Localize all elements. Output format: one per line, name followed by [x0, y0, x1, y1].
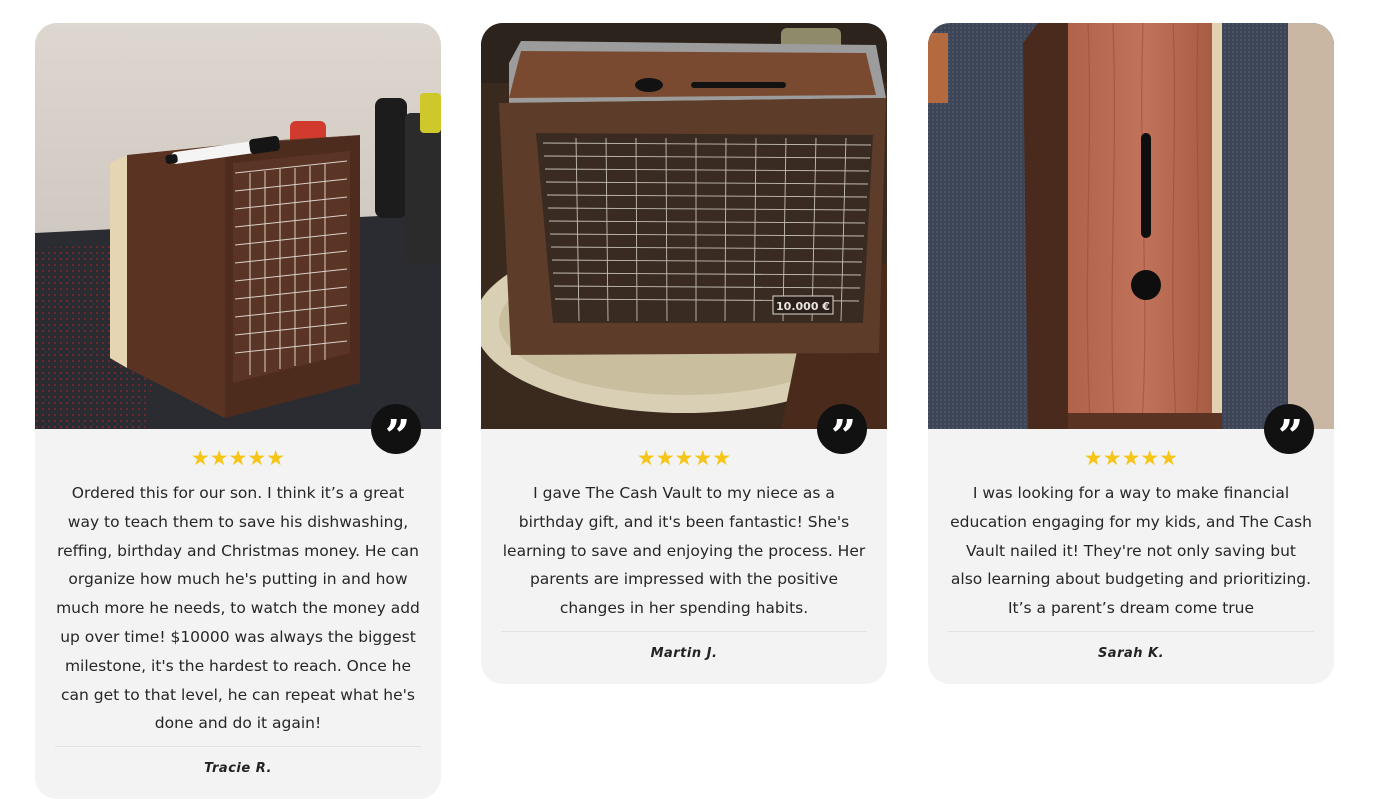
- review-text: Ordered this for our son. I think it’s a…: [56, 484, 420, 733]
- review-photo[interactable]: [35, 23, 441, 429]
- review-text: I was looking for a way to make financia…: [950, 484, 1312, 618]
- divider: [501, 630, 867, 632]
- quote-icon: ”: [1264, 404, 1314, 459]
- review-photo[interactable]: [928, 23, 1334, 429]
- review-card: ” ★★★★★ Ordered this for our son. I thin…: [35, 23, 441, 799]
- divider: [55, 746, 421, 748]
- star-rating: ★★★★★: [636, 446, 732, 470]
- review-card: ” ★★★★★ I was looking for a way to make …: [928, 23, 1334, 684]
- reviews-section: ” ★★★★★ Ordered this for our son. I thin…: [0, 0, 1395, 807]
- review-card: 10.000 € ” ★★★★★ I gave The Cash Vault t…: [481, 23, 887, 684]
- review-photo[interactable]: 10.000 €: [481, 23, 887, 429]
- divider: [948, 630, 1314, 632]
- wooden-money-box-photo: [35, 23, 441, 429]
- review-author: Tracie R.: [204, 761, 272, 777]
- star-rating: ★★★★★: [1083, 446, 1179, 470]
- star-rating: ★★★★★: [190, 446, 286, 470]
- review-author: Sarah K.: [1097, 645, 1165, 661]
- wooden-money-box-photo: [928, 23, 1334, 429]
- box-total-label: 10.000 €: [776, 300, 830, 313]
- review-text: I gave The Cash Vault to my niece as a b…: [502, 484, 866, 618]
- wooden-money-box-photo: 10.000 €: [481, 23, 887, 429]
- quote-icon: ”: [371, 404, 421, 459]
- quote-icon: ”: [817, 404, 867, 459]
- review-author: Martin J.: [650, 645, 718, 661]
